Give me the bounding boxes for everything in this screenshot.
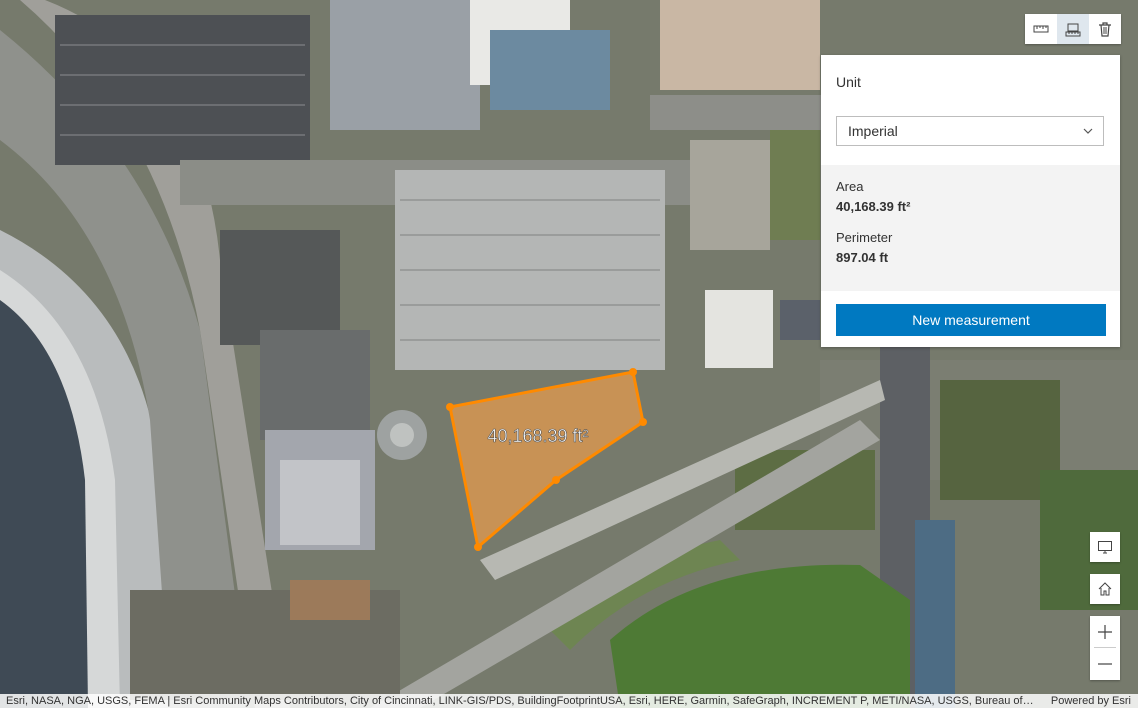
zoom-out-button[interactable] <box>1090 648 1120 679</box>
measurement-results: Area 40,168.39 ft² Perimeter 897.04 ft <box>821 165 1120 291</box>
unit-select-value: Imperial <box>848 123 898 139</box>
polygon-vertex <box>639 418 647 426</box>
area-value: 40,168.39 ft² <box>836 199 911 214</box>
distance-measure-icon <box>1033 25 1049 33</box>
area-measure-icon <box>1065 23 1081 37</box>
powered-by-esri[interactable]: Powered by Esri <box>1051 694 1131 708</box>
measurement-toolbar <box>1025 14 1121 44</box>
parking-lot <box>55 15 310 165</box>
unit-select[interactable]: Imperial <box>836 116 1104 146</box>
attribution-text[interactable]: Esri, NASA, NGA, USGS, FEMA | Esri Commu… <box>6 694 1036 708</box>
area-map-label: 40,168.39 ft² <box>487 426 588 446</box>
clear-measurement-button[interactable] <box>1089 14 1121 44</box>
perimeter-label: Perimeter <box>836 230 893 245</box>
home-button[interactable] <box>1090 574 1120 604</box>
zoom-in-icon <box>1098 624 1112 639</box>
unit-label: Unit <box>836 74 861 90</box>
building <box>330 0 480 130</box>
zoom-out-icon <box>1098 662 1112 665</box>
new-measurement-button[interactable]: New measurement <box>836 304 1106 336</box>
screenshot-button[interactable] <box>1090 532 1120 562</box>
polygon-vertex <box>446 403 454 411</box>
attribution-bar: Esri, NASA, NGA, USGS, FEMA | Esri Commu… <box>0 694 1138 708</box>
trash-icon <box>1099 22 1111 37</box>
area-measure-button[interactable] <box>1057 14 1089 44</box>
screen-icon <box>1098 541 1112 554</box>
zoom-controls <box>1090 616 1120 680</box>
distance-measure-button[interactable] <box>1025 14 1057 44</box>
measurement-panel: Unit Imperial Area 40,168.39 ft² Perimet… <box>821 55 1120 347</box>
chevron-down-icon <box>1083 128 1093 134</box>
area-label: Area <box>836 179 864 194</box>
home-icon <box>1098 582 1112 596</box>
zoom-in-button[interactable] <box>1090 616 1120 647</box>
polygon-vertex <box>629 368 637 376</box>
polygon-vertex <box>474 543 482 551</box>
perimeter-value: 897.04 ft <box>836 250 889 265</box>
polygon-vertex <box>552 476 560 484</box>
